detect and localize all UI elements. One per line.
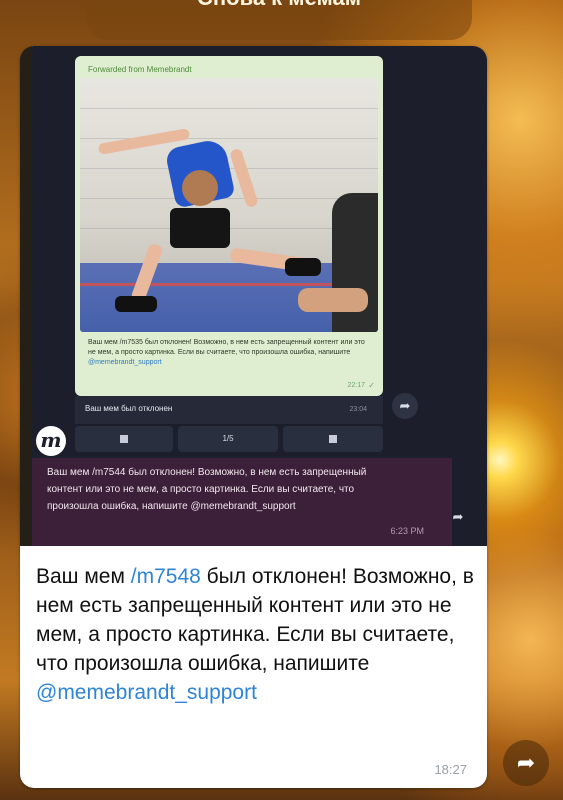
attached-screenshot[interactable]: Forwarded from Memebrandt Ваш мем /m7535… — [20, 46, 487, 546]
support-link[interactable]: @memebrandt_support — [36, 681, 257, 704]
back-to-memes-button[interactable]: Снова к мемам — [86, 0, 472, 40]
prev-page-button[interactable] — [75, 426, 173, 452]
next-page-button[interactable] — [283, 426, 383, 452]
prev-square-icon — [120, 435, 128, 443]
back-to-memes-label: Снова к мемам — [197, 0, 361, 10]
bot-message-text: Ваш мем был отклонен — [85, 404, 173, 413]
bot-message-time: 23:04 — [349, 406, 367, 413]
read-check-icon: ✓ — [368, 381, 375, 390]
screenshot-edge — [20, 46, 32, 546]
next-square-icon — [329, 435, 337, 443]
message-text: Ваш мем /m7548 был отклонен! Возможно, в… — [36, 565, 474, 704]
rejection-text: Ваш мем /m7544 был отклонен! Возможно, в… — [47, 467, 367, 512]
rejection-time: 6:23 PM — [390, 526, 424, 536]
share-arrow-icon[interactable]: ➦ — [503, 740, 549, 786]
m-logo-icon: m — [36, 426, 66, 456]
message-time: 18:27 — [434, 762, 467, 777]
message-bubble: Forwarded from Memebrandt Ваш мем /m7535… — [20, 46, 487, 788]
meme-command-link[interactable]: /m7548 — [131, 565, 201, 588]
forwarded-from-label: Forwarded from Memebrandt — [88, 65, 192, 74]
support-link-small[interactable]: @memebrandt_support — [88, 359, 162, 366]
rejection-message: Ваш мем /m7544 был отклонен! Возможно, в… — [32, 458, 452, 546]
page-indicator-button[interactable]: 1/5 — [178, 426, 278, 452]
forwarded-photo-message: Forwarded from Memebrandt Ваш мем /m7535… — [75, 56, 383, 396]
meme-photo — [80, 78, 378, 332]
share-icon[interactable]: ➦ — [445, 504, 471, 530]
share-icon[interactable]: ➦ — [392, 393, 418, 419]
photo-time: 22:17 — [347, 382, 365, 389]
bot-message: Ваш мем был отклонен 23:04 — [75, 396, 383, 424]
photo-caption: Ваш мем /m7535 был отклонен! Возможно, в… — [88, 339, 365, 366]
